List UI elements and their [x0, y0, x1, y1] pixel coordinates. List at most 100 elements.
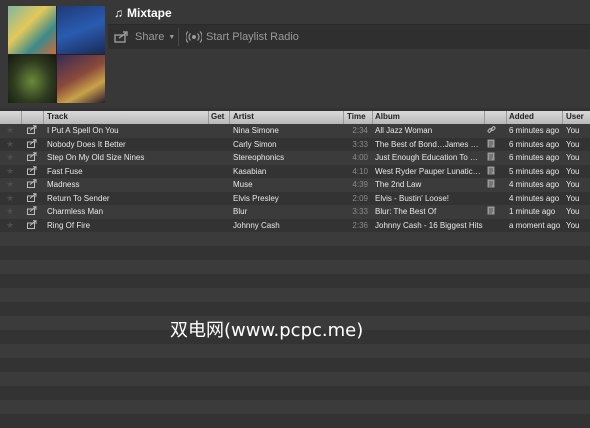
share-track-icon[interactable] [27, 219, 37, 231]
file-icon [487, 179, 496, 190]
track-name: Step On My Old Size Nines [47, 153, 145, 162]
album-name: Just Enough Education To … [375, 153, 479, 162]
added-by-user: You [566, 126, 580, 135]
chevron-down-icon: ▼ [168, 33, 176, 41]
empty-row [0, 260, 590, 274]
added-time: 6 minutes ago [509, 139, 560, 149]
playlist-header: ♫ Mixtape Share ▼ Start Playlist Radio [0, 0, 590, 108]
track-name: I Put A Spell On You [47, 126, 119, 135]
empty-row [0, 232, 590, 246]
empty-row [0, 288, 590, 302]
column-divider [562, 111, 563, 124]
added-by-user: You [566, 139, 580, 149]
artist-name: Elvis Presley [233, 193, 279, 203]
added-time: 1 minute ago [509, 207, 556, 216]
track-name: Ring Of Fire [47, 220, 91, 230]
table-row[interactable]: ★Nobody Does It Better⬇Carly Simon3:33Th… [0, 137, 590, 151]
share-track-icon[interactable] [27, 206, 37, 217]
track-duration: 4:10 [352, 166, 368, 176]
table-row[interactable]: ★Ring Of Fire⬇Johnny Cash2:36Johnny Cash… [0, 218, 590, 232]
artist-name: Blur [233, 207, 248, 216]
star-icon[interactable]: ★ [6, 125, 16, 136]
table-row[interactable]: ★ Madness Muse 4:39 The 2nd Law 4 minutes ago… [0, 178, 590, 192]
playlist-title: ♫ Mixtape [114, 6, 172, 20]
added-time: 6 minutes ago [509, 126, 560, 135]
column-added[interactable]: Added [509, 112, 534, 121]
share-track-icon[interactable] [27, 192, 37, 204]
track-duration: 2:34 [352, 126, 368, 135]
column-album[interactable]: Album [375, 112, 400, 121]
table-row[interactable]: ★ Charmless Man Blur 3:33 Blur: The Best Of 1… [0, 205, 590, 219]
track-duration: 2:36 [352, 220, 368, 230]
added-by-user: You [566, 193, 580, 203]
track-duration: 4:39 [352, 180, 368, 189]
artist-name: Stereophonics [233, 153, 285, 162]
share-track-icon[interactable] [27, 165, 37, 177]
table-row[interactable]: ★I Put A Spell On You⬇Nina Simone2:34All… [0, 124, 590, 138]
album-art-3 [8, 55, 56, 103]
watermark-text: 双电网(www.pcpc.me) [170, 320, 364, 341]
track-name: Charmless Man [47, 207, 104, 216]
link-icon [487, 125, 496, 136]
column-artist[interactable]: Artist [233, 112, 254, 121]
empty-row [0, 344, 590, 358]
table-row[interactable]: ★ Fast Fuse Kasabian 4:10 West Ryder Pauper … [0, 164, 590, 178]
empty-row [0, 400, 590, 414]
column-divider [372, 111, 373, 124]
share-button[interactable]: Share ▼ [114, 29, 175, 45]
track-name: Return To Sender [47, 193, 110, 203]
track-list: ★I Put A Spell On You⬇Nina Simone2:34All… [0, 124, 590, 232]
album-name: Blur: The Best Of [375, 207, 437, 216]
column-get[interactable]: Get [211, 112, 224, 121]
playlist-cover-art [8, 6, 105, 103]
star-icon[interactable]: ★ [6, 152, 16, 163]
added-time: 6 minutes ago [509, 153, 560, 162]
added-by-user: You [566, 220, 580, 230]
column-divider [484, 111, 485, 124]
start-radio-button[interactable]: Start Playlist Radio [186, 29, 299, 45]
column-time[interactable]: Time [347, 112, 366, 121]
album-name: Elvis - Bustin' Loose! [375, 193, 450, 203]
empty-row [0, 414, 590, 428]
column-divider [343, 111, 344, 124]
file-icon [487, 152, 496, 163]
added-time: a moment ago [509, 220, 561, 230]
added-time: 4 minutes ago [509, 193, 560, 203]
added-by-user: You [566, 207, 580, 216]
share-track-icon[interactable] [27, 125, 37, 136]
toolbar-divider [178, 28, 179, 46]
empty-row [0, 358, 590, 372]
star-icon[interactable]: ★ [6, 193, 16, 204]
empty-row [0, 386, 590, 400]
column-divider [506, 111, 507, 124]
table-row[interactable]: ★ Step On My Old Size Nines Stereophonics 4… [0, 151, 590, 165]
album-name: West Ryder Pauper Lunatic… [375, 166, 481, 176]
share-track-icon[interactable] [27, 138, 37, 150]
column-divider [229, 111, 230, 124]
radio-icon [186, 31, 202, 43]
star-icon[interactable]: ★ [6, 166, 16, 177]
star-icon[interactable]: ★ [6, 139, 16, 150]
album-art-2 [57, 6, 105, 54]
track-duration: 4:00 [352, 153, 368, 162]
album-name: The Best of Bond…James … [375, 139, 479, 149]
track-name: Nobody Does It Better [47, 139, 126, 149]
share-track-icon[interactable] [27, 179, 37, 190]
track-name: Fast Fuse [47, 166, 83, 176]
album-art-1 [8, 6, 56, 54]
file-icon [487, 139, 496, 150]
artist-name: Carly Simon [233, 139, 277, 149]
star-icon[interactable]: ★ [6, 179, 16, 190]
file-icon [487, 166, 496, 177]
star-icon[interactable]: ★ [6, 206, 16, 217]
table-row[interactable]: ★Return To Sender⬇Elvis Presley2:09Elvis… [0, 191, 590, 205]
empty-row [0, 372, 590, 386]
column-user[interactable]: User [566, 112, 584, 121]
added-time: 4 minutes ago [509, 180, 560, 189]
column-track[interactable]: Track [47, 112, 68, 121]
table-header: Track Get Artist Time Album Added User [0, 111, 590, 124]
share-track-icon[interactable] [27, 152, 37, 163]
music-note-icon: ♫ [114, 6, 123, 20]
star-icon[interactable]: ★ [6, 220, 16, 231]
artist-name: Muse [233, 180, 253, 189]
